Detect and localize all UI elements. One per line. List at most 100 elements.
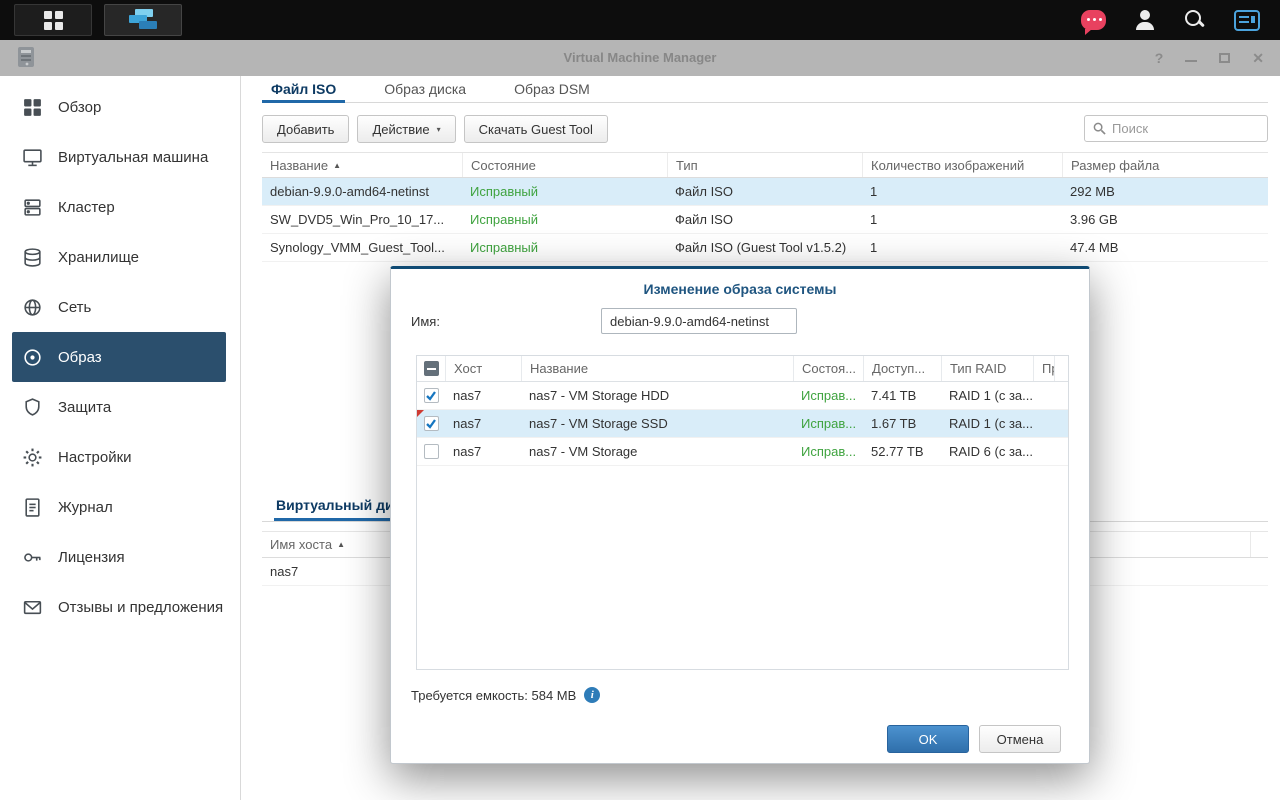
apps-grid-icon [44,11,63,30]
iso-size: 3.96 GB [1062,212,1268,227]
user-icon[interactable] [1134,10,1156,30]
sidebar-label: Журнал [58,499,113,516]
envelope-icon [22,597,43,618]
download-guest-tool-button[interactable]: Скачать Guest Tool [464,115,608,143]
window-titlebar: Virtual Machine Manager ? ✕ [0,40,1280,76]
sidebar-item-network[interactable]: Сеть [0,282,240,332]
row-checkbox[interactable] [424,444,439,459]
storage-table-header: Хост Название Состоя... Доступ... Тип RA… [417,356,1068,382]
close-button[interactable]: ✕ [1252,50,1264,67]
iso-size: 292 MB [1062,184,1268,199]
status-badge: Исправный [462,240,667,255]
raid-type: RAID 1 (с за... [941,416,1033,431]
desktop-topbar [0,0,1280,40]
column-header-note[interactable]: Приме... [1033,356,1054,381]
table-row[interactable]: debian-9.9.0-amd64-netinst Исправный Фай… [262,178,1268,206]
action-dropdown-button[interactable]: Действие▾ [357,115,455,143]
host-name: nas7 [445,416,521,431]
column-header-status[interactable]: Состояние [462,153,667,177]
sidebar-label: Хранилище [58,249,139,266]
sidebar-item-feedback[interactable]: Отзывы и предложения [0,582,240,632]
search-input[interactable] [1112,121,1259,136]
sidebar-label: Обзор [58,99,101,116]
scrollbar-track[interactable] [1054,356,1068,381]
required-capacity: Требуется емкость: 584 MB i [411,687,600,703]
status-badge: Исправ... [793,388,863,403]
vmm-taskbar-button[interactable] [104,4,182,36]
column-header-capacity[interactable]: Доступ... [863,356,941,381]
maximize-button[interactable] [1219,53,1230,63]
minimize-button[interactable] [1185,60,1197,62]
raid-type: RAID 1 (с за... [941,388,1033,403]
vm-icon [22,147,43,168]
sidebar-label: Отзывы и предложения [58,599,223,616]
sort-asc-icon: ▲ [333,161,341,170]
sidebar-item-license[interactable]: Лицензия [0,532,240,582]
raid-type: RAID 6 (с за... [941,444,1033,459]
column-header-hostname[interactable]: Имя хоста [270,537,332,552]
status-badge: Исправный [462,184,667,199]
help-button[interactable]: ? [1155,50,1164,66]
toolbar: Добавить Действие▾ Скачать Guest Tool [262,114,1268,144]
ok-button[interactable]: OK [887,725,969,753]
column-header-host[interactable]: Хост [445,356,521,381]
dialog-title: Изменение образа системы [391,281,1089,297]
table-row[interactable]: SW_DVD5_Win_Pro_10_17... Исправный Файл … [262,206,1268,234]
row-checkbox[interactable] [424,416,439,431]
image-disc-icon [22,347,43,368]
table-row[interactable]: nas7 nas7 - VM Storage SSD Исправ... 1.6… [417,410,1068,438]
journal-icon [22,497,43,518]
sidebar-label: Сеть [58,299,91,316]
column-header-raid-type[interactable]: Тип RAID [941,356,1033,381]
info-icon[interactable]: i [584,687,600,703]
sidebar-item-storage[interactable]: Хранилище [0,232,240,282]
tab-dsm-image[interactable]: Образ DSM [505,76,599,102]
column-header-status[interactable]: Состоя... [793,356,863,381]
iso-image-count: 1 [862,240,1062,255]
sort-asc-icon: ▲ [337,540,345,549]
sidebar-item-log[interactable]: Журнал [0,482,240,532]
iso-image-count: 1 [862,212,1062,227]
chat-icon[interactable] [1081,10,1106,30]
iso-image-count: 1 [862,184,1062,199]
host-name: nas7 [270,564,298,579]
sidebar-item-overview[interactable]: Обзор [0,82,240,132]
row-checkbox[interactable] [424,388,439,403]
window-title: Virtual Machine Manager [0,40,1280,76]
column-header-name[interactable]: Название▲ [262,153,462,177]
cancel-button[interactable]: Отмена [979,725,1061,753]
network-icon [22,297,43,318]
name-label: Имя: [411,314,440,329]
column-header-image-count[interactable]: Количество изображений [862,153,1062,177]
sidebar-item-cluster[interactable]: Кластер [0,182,240,232]
storage-icon [22,247,43,268]
column-header-file-size[interactable]: Размер файла [1062,153,1268,177]
available-capacity: 52.77 TB [863,444,941,459]
main-menu-button[interactable] [14,4,92,36]
sidebar-item-image[interactable]: Образ [12,332,226,382]
pilot-view-icon[interactable] [1234,10,1260,31]
edit-system-image-dialog: Изменение образа системы Имя: Хост Назва… [390,266,1090,764]
storage-table: Хост Название Состоя... Доступ... Тип RA… [416,355,1069,670]
table-row[interactable]: nas7 nas7 - VM Storage Исправ... 52.77 T… [417,438,1068,466]
sidebar-item-protection[interactable]: Защита [0,382,240,432]
iso-type: Файл ISO (Guest Tool v1.5.2) [667,240,862,255]
search-icon[interactable] [1184,9,1206,31]
iso-table: Название▲ Состояние Тип Количество изобр… [262,152,1268,262]
sidebar-item-virtual-machine[interactable]: Виртуальная машина [0,132,240,182]
tab-iso-file[interactable]: Файл ISO [262,76,345,102]
sidebar-label: Образ [58,349,102,366]
search-box[interactable] [1084,115,1268,142]
column-header-type[interactable]: Тип [667,153,862,177]
magnifier-icon [1093,122,1106,135]
table-row[interactable]: nas7 nas7 - VM Storage HDD Исправ... 7.4… [417,382,1068,410]
column-header-name[interactable]: Название [521,356,793,381]
shield-icon [22,397,43,418]
name-input[interactable] [601,308,797,334]
sidebar-item-settings[interactable]: Настройки [0,432,240,482]
sidebar-label: Кластер [58,199,115,216]
tab-disk-image[interactable]: Образ диска [375,76,475,102]
select-all-checkbox[interactable] [424,361,439,376]
table-row[interactable]: Synology_VMM_Guest_Tool... Исправный Фай… [262,234,1268,262]
add-button[interactable]: Добавить [262,115,349,143]
